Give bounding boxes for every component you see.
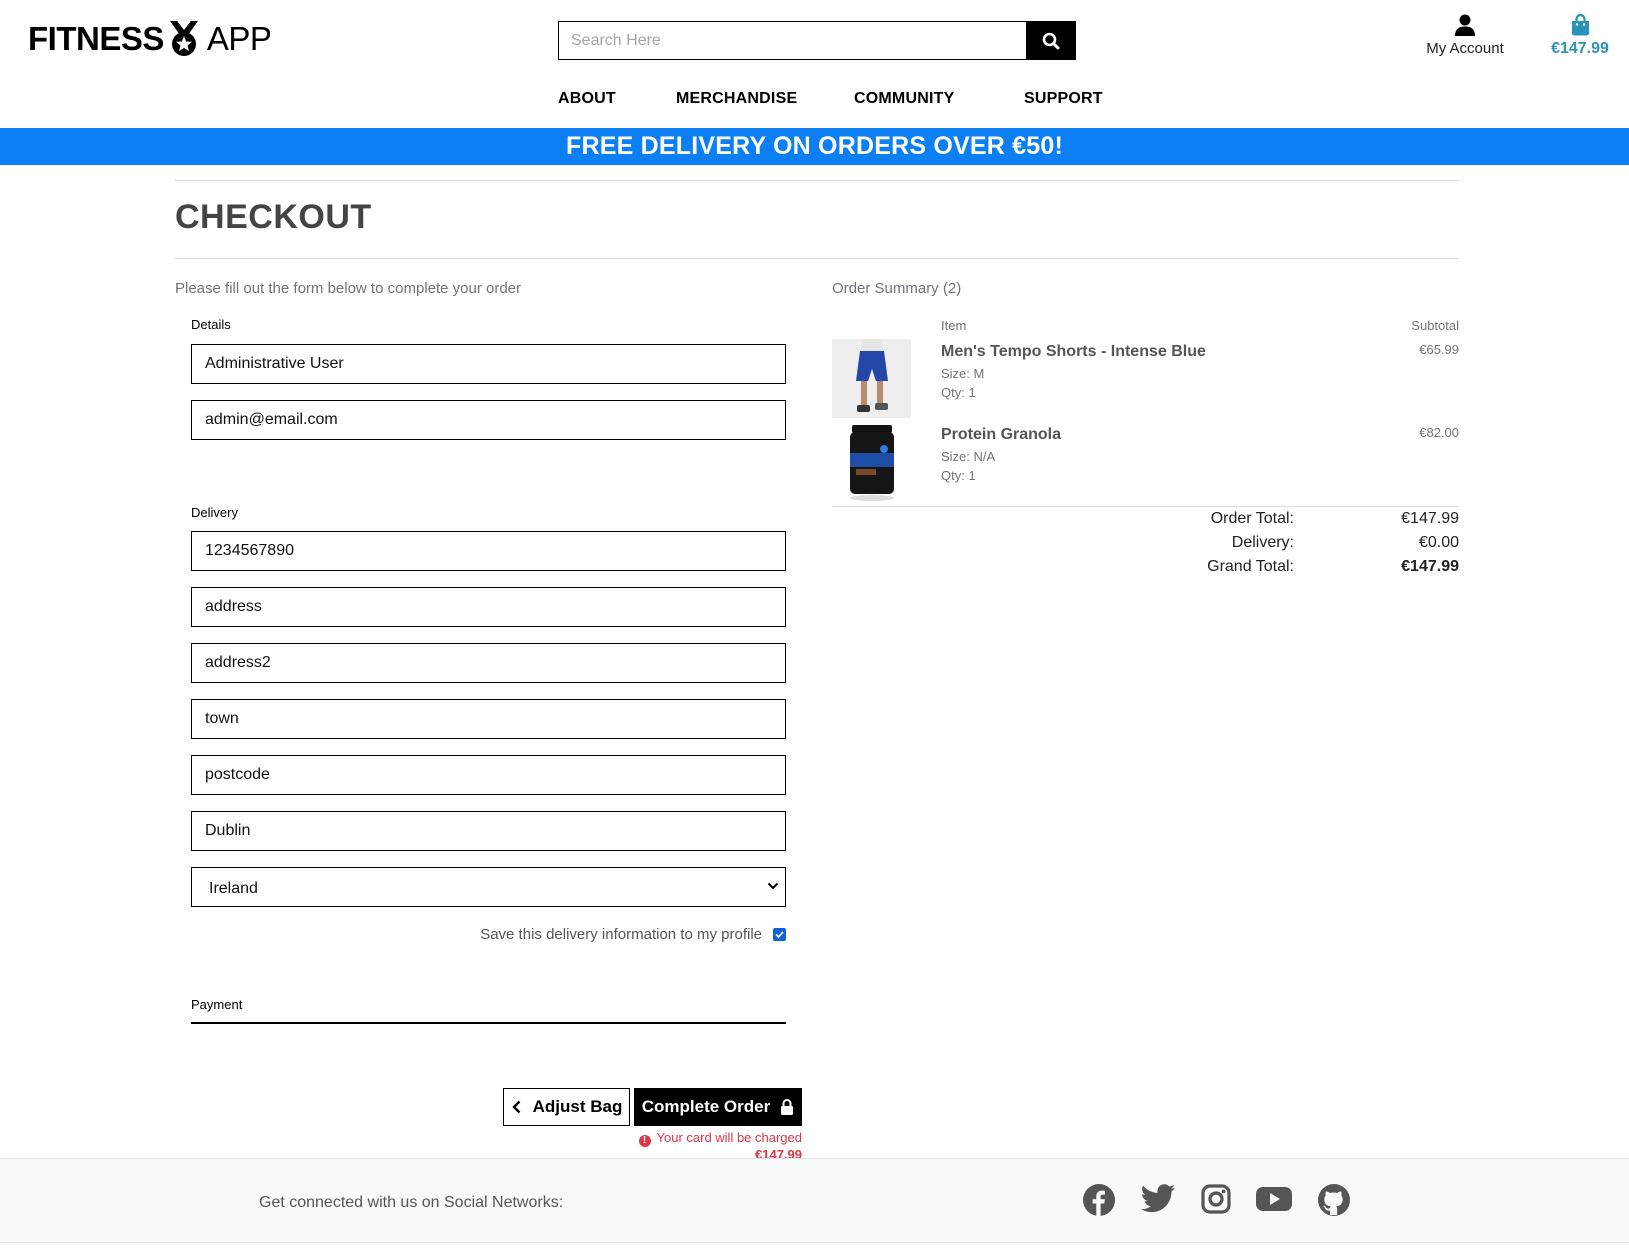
- shopping-bag-icon: [1571, 14, 1589, 36]
- divider: [832, 506, 1459, 507]
- divider: [175, 258, 1459, 259]
- street-address2-input[interactable]: address2: [191, 643, 786, 683]
- search-icon: [1042, 32, 1060, 49]
- logo-text-light: APP: [206, 20, 272, 57]
- logo[interactable]: FITNESS APP: [28, 18, 272, 60]
- phone-input[interactable]: 1234567890: [191, 531, 786, 571]
- bag-total: €147.99: [1551, 40, 1609, 57]
- checkout-intro: Please fill out the form below to comple…: [175, 280, 522, 297]
- card-element[interactable]: [191, 1022, 786, 1024]
- town-input[interactable]: town: [191, 699, 786, 739]
- nav-merchandise[interactable]: MERCHANDISE: [676, 90, 797, 108]
- order-summary-title: Order Summary (2): [832, 280, 962, 297]
- medal-icon: [169, 21, 198, 56]
- product-image-shorts[interactable]: [832, 339, 911, 418]
- full-name-input[interactable]: Administrative User: [191, 344, 786, 384]
- delivery-label: Delivery:: [1231, 534, 1294, 551]
- product-size: Size: M: [941, 366, 985, 381]
- product-subtotal: €82.00: [1419, 425, 1459, 440]
- payment-legend: Payment: [191, 997, 243, 1012]
- my-account-label: My Account: [1426, 40, 1504, 57]
- shopping-bag-link[interactable]: €147.99: [1540, 14, 1620, 58]
- country-select[interactable]: Ireland: [191, 867, 786, 907]
- product-qty: Qty: 1: [941, 385, 976, 400]
- product-name: Protein Granola: [941, 426, 1062, 443]
- save-info-row: Save this delivery information to my pro…: [420, 925, 786, 945]
- checkmark-icon: [775, 931, 784, 939]
- user-icon: [1455, 14, 1475, 36]
- search-input[interactable]: [558, 21, 1026, 60]
- postcode-input[interactable]: postcode: [191, 755, 786, 795]
- nav-about[interactable]: ABOUT: [558, 90, 616, 108]
- email-input[interactable]: admin@email.com: [191, 400, 786, 440]
- save-info-label: Save this delivery information to my pro…: [480, 926, 762, 943]
- grand-total-label: Grand Total:: [1207, 558, 1294, 575]
- social-text: Get connected with us on Social Networks…: [259, 1194, 564, 1211]
- page-title: CHECKOUT: [175, 198, 372, 236]
- logo-text-bold: FITNESS: [28, 20, 164, 57]
- twitter-icon[interactable]: [1141, 1184, 1175, 1214]
- country-selected: Ireland: [209, 880, 258, 897]
- product-name: Men's Tempo Shorts - Intense Blue: [941, 343, 1206, 360]
- adjust-bag-label: Adjust Bag: [532, 1097, 623, 1116]
- col-subtotal: Subtotal: [1411, 318, 1459, 333]
- github-icon[interactable]: [1318, 1184, 1350, 1216]
- site-header: FITNESS APP My Account €147.99: [0, 0, 1629, 128]
- grand-total-value: €147.99: [1401, 558, 1459, 575]
- youtube-icon[interactable]: [1256, 1184, 1292, 1214]
- chevron-down-icon: [767, 882, 779, 890]
- product-qty: Qty: 1: [941, 468, 976, 483]
- col-item: Item: [941, 318, 967, 333]
- search-button[interactable]: [1026, 21, 1076, 60]
- instagram-icon[interactable]: [1201, 1184, 1231, 1214]
- nav-support[interactable]: SUPPORT: [1024, 90, 1103, 108]
- my-account-link[interactable]: My Account: [1410, 14, 1520, 57]
- delivery-value: €0.00: [1418, 534, 1459, 551]
- save-info-checkbox[interactable]: [773, 928, 786, 941]
- complete-order-label: Complete Order: [641, 1097, 771, 1116]
- details-legend: Details: [191, 317, 231, 332]
- complete-order-button[interactable]: Complete Order: [634, 1088, 802, 1126]
- product-image-granola[interactable]: [832, 423, 911, 502]
- facebook-icon[interactable]: [1083, 1184, 1115, 1216]
- order-total-value: €147.99: [1401, 510, 1459, 527]
- order-total-label: Order Total:: [1210, 510, 1294, 527]
- divider: [175, 180, 1459, 181]
- nav-community[interactable]: COMMUNITY: [854, 90, 954, 108]
- product-subtotal: €65.99: [1419, 342, 1459, 357]
- site-footer: Get connected with us on Social Networks…: [0, 1158, 1629, 1251]
- alert-circle-icon: !: [638, 1135, 651, 1147]
- product-size: Size: N/A: [941, 449, 996, 464]
- charge-text: Your card will be charged: [656, 1130, 803, 1145]
- search-bar: [558, 21, 1076, 60]
- chevron-left-icon: [511, 1100, 520, 1114]
- footer-bottom-bar: [0, 1242, 1629, 1251]
- county-input[interactable]: Dublin: [191, 811, 786, 851]
- adjust-bag-button[interactable]: Adjust Bag: [503, 1088, 630, 1126]
- street-address1-input[interactable]: address: [191, 587, 786, 627]
- free-delivery-banner: FREE DELIVERY ON ORDERS OVER €50!: [0, 128, 1629, 165]
- main-nav: ABOUT MERCHANDISE COMMUNITY SUPPORT: [0, 90, 1629, 114]
- delivery-legend: Delivery: [191, 505, 238, 520]
- lock-icon: [781, 1099, 794, 1115]
